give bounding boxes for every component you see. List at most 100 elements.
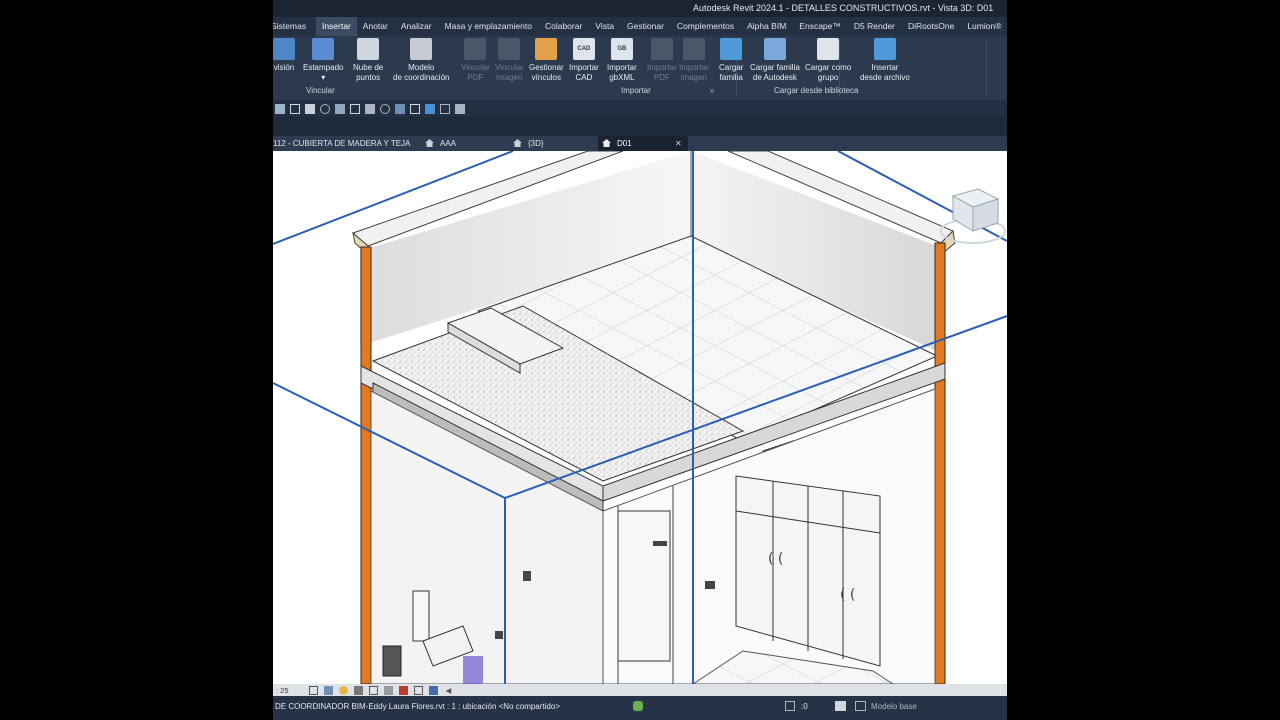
window-title: Autodesk Revit 2024.1 - DETALLES CONSTRU…	[693, 3, 994, 13]
button-label: Insertar	[871, 63, 899, 72]
load-family-button[interactable]: Cargar familia	[719, 38, 743, 82]
revit-window: Autodesk Revit 2024.1 - DETALLES CONSTRU…	[273, 0, 1007, 720]
status-bar: DE COORDINADOR BIM-Eddy Laura Flores.rvt…	[273, 696, 1007, 720]
link-pdf-button[interactable]: Vincular PDF	[461, 38, 490, 82]
view-control-bar: : 25 ◀	[273, 684, 1007, 696]
quick-access-toolbar	[273, 100, 1007, 117]
import-cad-icon: CAD	[572, 38, 595, 60]
options-bar	[273, 117, 1007, 136]
crop-view-icon[interactable]	[383, 685, 393, 695]
manage-links-button[interactable]: Gestionar vínculos	[529, 38, 564, 82]
tab-d01[interactable]: D01 ✕	[598, 136, 688, 151]
link-pdf-icon	[464, 38, 487, 60]
section-icon[interactable]	[440, 103, 450, 114]
tab-masa-y-emplazamiento[interactable]: Masa y emplazamiento	[445, 17, 545, 36]
coordination-model-button[interactable]: Modelo de coordinación	[393, 38, 449, 82]
load-family-icon	[720, 38, 743, 60]
insert-file-icon	[873, 38, 896, 60]
design-options-icon[interactable]	[835, 701, 846, 711]
close-tab-icon[interactable]: ✕	[675, 136, 682, 151]
tab-complementos[interactable]: Complementos	[677, 17, 747, 36]
button-label: grupo	[817, 72, 839, 82]
button-label: Nube de	[353, 63, 384, 72]
tab-anotar[interactable]: Anotar	[363, 17, 401, 36]
tab-analizar[interactable]: Analizar	[401, 17, 445, 36]
tab-enscape-[interactable]: Enscape™	[799, 17, 854, 36]
point-cloud-icon	[357, 38, 380, 60]
select-icon[interactable]	[275, 103, 285, 114]
link-image-button[interactable]: Vincular imagen	[495, 38, 524, 82]
import-pdf-icon	[650, 38, 673, 60]
outlet	[523, 571, 531, 581]
tab-3d[interactable]: {3D}	[513, 136, 544, 151]
load-as-group-button[interactable]: Cargar como grupo	[805, 38, 851, 82]
view-scale[interactable]: : 25	[276, 686, 289, 695]
button-label: familia	[719, 72, 743, 82]
home-icon	[513, 139, 522, 147]
button-label: ▾	[321, 72, 326, 82]
import-cad-button[interactable]: CAD Importar CAD	[569, 38, 599, 82]
revision-button[interactable]: visión	[273, 38, 295, 73]
button-label: visión	[273, 63, 295, 72]
tab-cubierta-madera[interactable]: 112 - CUBIERTA DE MADERA Y TEJA	[273, 136, 410, 151]
filter-status-icon[interactable]	[855, 701, 866, 711]
worksharing-icon[interactable]	[633, 701, 643, 711]
sync-icon[interactable]	[410, 103, 420, 114]
button-label: desde archivo	[860, 72, 910, 82]
sun-path-icon[interactable]	[338, 685, 348, 695]
temp-hide-icon[interactable]	[398, 685, 408, 695]
tab-d5-render[interactable]: D5 Render	[854, 17, 908, 36]
bin	[463, 656, 483, 684]
text-icon[interactable]	[350, 103, 360, 114]
model-base-selector[interactable]: Modelo base	[871, 702, 917, 711]
button-label: imagen	[496, 72, 523, 82]
button-label: Importar	[569, 63, 599, 72]
tab-lumion-[interactable]: Lumion®	[967, 17, 1007, 36]
tab-aaa[interactable]: AAA	[425, 136, 456, 151]
outlet	[495, 631, 503, 639]
ribbon-tabs: Sistemas Insertar Anotar Analizar Masa y emp…	[273, 17, 1007, 36]
button-label: imagen	[680, 72, 708, 82]
panel-overflow-arrow[interactable]: »	[710, 86, 714, 95]
collapse-arrow-icon[interactable]: ◀	[446, 686, 452, 695]
tab-dirootsone[interactable]: DiRootsOne	[908, 17, 967, 36]
tab-colaborar[interactable]: Colaborar	[545, 17, 595, 36]
button-label: Vincular	[461, 63, 490, 72]
tab-gestionar[interactable]: Gestionar	[627, 17, 677, 36]
detail-level-icon[interactable]	[308, 685, 318, 695]
tag-icon[interactable]	[335, 103, 345, 114]
visual-style-icon[interactable]	[323, 685, 333, 695]
ribbon-separator	[986, 40, 987, 96]
tab-vista[interactable]: Vista	[595, 17, 627, 36]
import-pdf-button[interactable]: Importar PDF	[647, 38, 677, 82]
tab-sistemas[interactable]: Sistemas	[273, 17, 316, 36]
render-icon[interactable]	[368, 685, 378, 695]
point-cloud-button[interactable]: Nube de puntos	[353, 38, 383, 82]
button-label: puntos	[356, 72, 381, 82]
tab-insertar[interactable]: Insertar	[315, 17, 357, 36]
column-right	[934, 242, 946, 684]
import-image-button[interactable]: Importar imagen	[679, 38, 709, 82]
lock-3d-view-icon[interactable]	[428, 685, 438, 695]
button-label: de coordinación	[393, 72, 450, 82]
filter-icon[interactable]	[290, 103, 300, 114]
reveal-hidden-icon[interactable]	[413, 685, 423, 695]
move-icon[interactable]	[365, 103, 375, 114]
selection-link-icon[interactable]	[785, 701, 795, 711]
customize-qat-icon[interactable]	[455, 103, 465, 114]
selection-count: :0	[801, 702, 808, 711]
insert-from-file-button[interactable]: Insertar desde archivo	[860, 38, 910, 82]
shadows-icon[interactable]	[353, 685, 363, 695]
modify-icon[interactable]	[305, 103, 315, 114]
button-label: Vincular	[495, 63, 524, 72]
load-autodesk-family-button[interactable]: Cargar familia de Autodesk	[750, 38, 800, 82]
import-gbxml-button[interactable]: GB XML Importar gbXML	[607, 38, 637, 82]
stamp-button[interactable]: Estampado ▾	[303, 38, 343, 82]
switch-window-icon[interactable]	[395, 103, 405, 114]
status-text: DE COORDINADOR BIM-Eddy Laura Flores.rvt…	[275, 702, 560, 711]
tab-alpha-bim[interactable]: Alpha BIM	[747, 17, 799, 36]
measure-icon[interactable]	[320, 103, 330, 114]
3d-view-icon[interactable]	[425, 103, 435, 114]
close-hidden-icon[interactable]	[380, 103, 390, 114]
3d-viewport-d01[interactable]: ( ( ( (	[273, 151, 1007, 684]
